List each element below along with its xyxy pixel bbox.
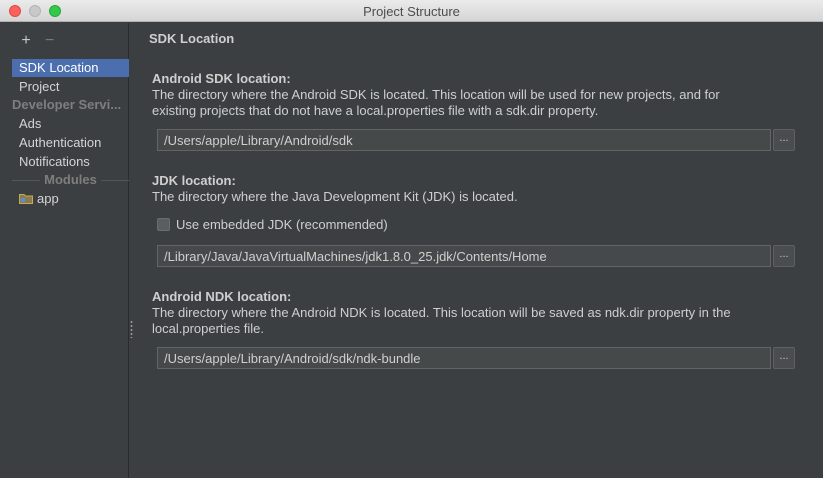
splitter-handle[interactable] [130, 320, 133, 338]
android-sdk-description-line-1: The directory where the Android SDK is l… [152, 87, 720, 102]
sidebar-item-sdk-location[interactable]: SDK Location [12, 59, 129, 77]
android-ndk-browse-button[interactable]: ... [773, 347, 795, 369]
embedded-jdk-label[interactable]: Use embedded JDK (recommended) [176, 217, 388, 232]
sidebar-item-ads[interactable]: Ads [12, 115, 129, 133]
page-title: SDK Location [149, 31, 235, 46]
sidebar-item-project[interactable]: Project [12, 78, 129, 96]
sidebar-item-app[interactable]: app [12, 190, 129, 208]
divider [100, 179, 130, 181]
sidebar-item-notifications[interactable]: Notifications [12, 153, 129, 171]
title-bar: Project Structure [0, 0, 823, 22]
android-ndk-label: Android NDK location: [152, 289, 292, 304]
embedded-jdk-checkbox[interactable] [157, 217, 170, 231]
sidebar-toolbar: + − [18, 32, 62, 50]
jdk-description: The directory where the Java Development… [152, 189, 518, 204]
android-sdk-path-input[interactable] [157, 129, 771, 151]
modules-header: Modules [12, 171, 130, 189]
add-button[interactable]: + [18, 32, 34, 50]
sidebar: + − SDK Location Project Developer Servi… [0, 23, 130, 478]
window-title: Project Structure [363, 4, 460, 19]
android-ndk-description-line-2: local.properties file. [152, 321, 264, 336]
module-label: app [37, 191, 59, 206]
jdk-path-input[interactable] [157, 245, 771, 267]
jdk-label: JDK location: [152, 173, 236, 188]
android-sdk-browse-button[interactable]: ... [773, 129, 795, 151]
android-ndk-path-input[interactable] [157, 347, 771, 369]
sidebar-item-authentication[interactable]: Authentication [12, 134, 129, 152]
android-ndk-description-line-1: The directory where the Android NDK is l… [152, 305, 731, 320]
folder-icon [19, 194, 33, 204]
developer-services-header: Developer Servi... [12, 97, 122, 112]
android-sdk-description-line-2: existing projects that do not have a loc… [152, 103, 599, 118]
android-sdk-label: Android SDK location: [152, 71, 291, 86]
embedded-jdk-row[interactable]: Use embedded JDK (recommended) [157, 216, 388, 232]
remove-button[interactable]: − [42, 32, 58, 50]
modules-header-label: Modules [44, 172, 97, 187]
divider [12, 179, 41, 181]
jdk-browse-button[interactable]: ... [773, 245, 795, 267]
